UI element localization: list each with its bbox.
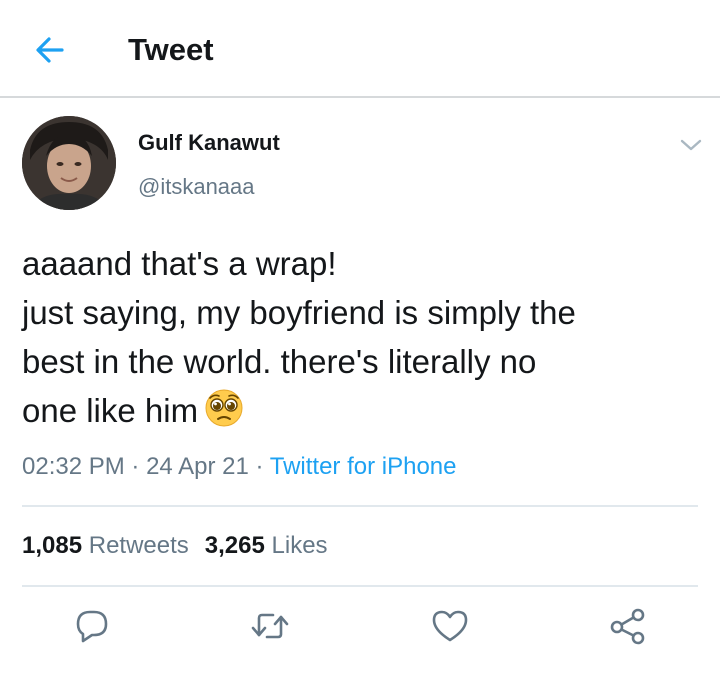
retweet-icon bbox=[251, 613, 289, 639]
tweet-stats: 1,085 Retweets 3,265 Likes bbox=[22, 531, 328, 561]
back-button[interactable] bbox=[30, 30, 70, 70]
divider bbox=[22, 585, 698, 587]
reply-icon bbox=[76, 610, 108, 643]
tweet-line-last: one like him bbox=[22, 386, 702, 435]
likes-count: 3,265 bbox=[204, 532, 265, 559]
tweet-line: aaaand that's a wrap! bbox=[22, 245, 337, 282]
tweet-source-link[interactable]: Twitter for iPhone bbox=[270, 453, 457, 480]
pleading-face-icon bbox=[205, 389, 243, 427]
reply-button[interactable] bbox=[70, 604, 114, 648]
retweets-stat[interactable]: 1,085 Retweets bbox=[22, 532, 189, 559]
heart-icon bbox=[432, 610, 468, 642]
tweet-date: 24 Apr 21 bbox=[146, 453, 249, 480]
like-button[interactable] bbox=[428, 604, 472, 648]
action-bar bbox=[0, 604, 720, 654]
retweets-label: Retweets bbox=[88, 532, 189, 559]
arrow-left-icon bbox=[36, 37, 64, 63]
page-title: Tweet bbox=[128, 32, 214, 67]
top-bar: Tweet bbox=[0, 0, 720, 98]
tweet-time: 02:32 PM bbox=[22, 453, 125, 480]
avatar[interactable] bbox=[22, 116, 116, 210]
tweet-meta: 02:32 PM · 24 Apr 21 · Twitter for iPhon… bbox=[22, 452, 456, 482]
tweet-line: best in the world. there's literally no bbox=[22, 343, 537, 380]
tweet-line: one like him bbox=[22, 392, 199, 429]
chevron-down-icon bbox=[680, 139, 702, 151]
author-handle[interactable]: @itskanaaa bbox=[138, 172, 255, 202]
share-button[interactable] bbox=[606, 604, 650, 648]
retweet-button[interactable] bbox=[248, 604, 292, 648]
retweets-count: 1,085 bbox=[22, 532, 83, 559]
more-options-button[interactable] bbox=[676, 130, 706, 160]
tweet-text: aaaand that's a wrap! just saying, my bo… bbox=[22, 239, 702, 435]
likes-stat[interactable]: 3,265 Likes bbox=[205, 532, 328, 559]
likes-label: Likes bbox=[271, 532, 328, 559]
divider bbox=[22, 505, 698, 507]
meta-separator: · bbox=[255, 453, 264, 480]
author-display-name[interactable]: Gulf Kanawut bbox=[138, 128, 280, 158]
share-icon bbox=[610, 608, 645, 645]
tweet-line: just saying, my boyfriend is simply the bbox=[22, 294, 576, 331]
avatar-image bbox=[22, 116, 116, 210]
meta-separator: · bbox=[131, 453, 140, 480]
